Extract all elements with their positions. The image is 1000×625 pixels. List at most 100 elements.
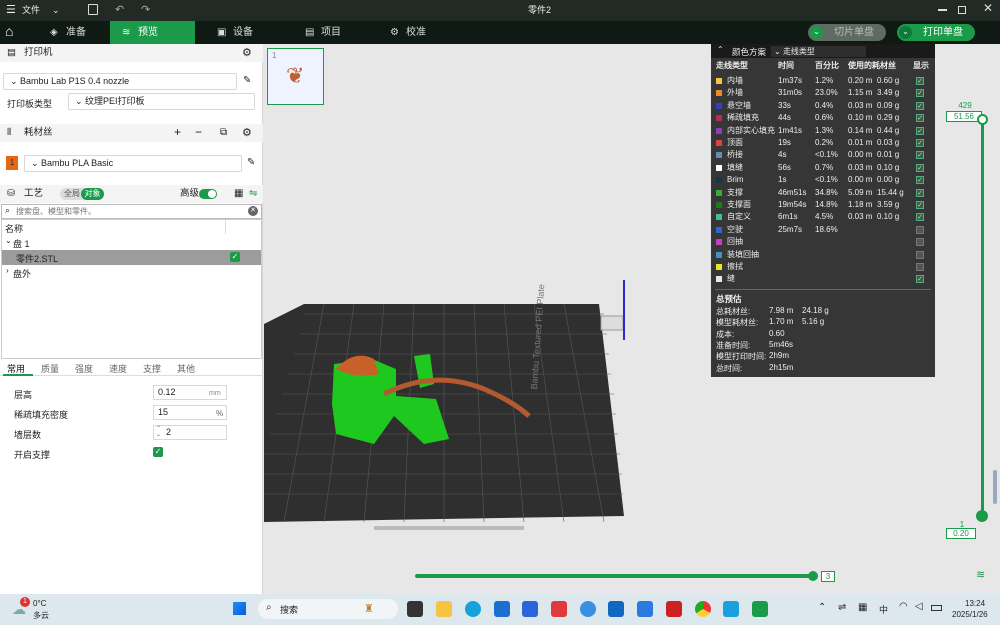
print-plate-button[interactable]: ⌄ 打印单盘 xyxy=(897,24,975,41)
tab-quality[interactable]: 质量 xyxy=(41,362,59,375)
tab-project[interactable]: ▤ 项目 xyxy=(293,21,365,44)
chrome-icon[interactable] xyxy=(695,601,711,617)
store-icon[interactable] xyxy=(494,601,510,617)
clock-time[interactable]: 13:24 xyxy=(965,599,985,608)
file-explorer-icon[interactable] xyxy=(436,601,452,617)
tab-prepare[interactable]: ◈ 准备 xyxy=(38,21,110,44)
show-checkbox[interactable]: ✓ xyxy=(916,101,924,110)
tree-part-row[interactable]: 零件2.STL ✓ xyxy=(2,250,261,265)
printer-settings-icon[interactable]: ⚙ xyxy=(242,44,252,62)
search-input[interactable] xyxy=(16,206,244,217)
file-menu[interactable]: 文件 xyxy=(22,0,40,21)
show-checkbox[interactable] xyxy=(916,225,924,234)
object-search[interactable]: ⌕ ✕ xyxy=(1,204,262,219)
tab-strength[interactable]: 强度 xyxy=(75,362,93,375)
move-slider-handle[interactable] xyxy=(808,571,818,581)
show-checkbox[interactable]: ✓ xyxy=(916,126,924,135)
menu-chevron-icon[interactable]: ⌄ xyxy=(52,5,60,16)
clear-search-icon[interactable]: ✕ xyxy=(248,206,258,216)
chat-app-icon[interactable] xyxy=(723,601,739,617)
show-checkbox[interactable]: ✓ xyxy=(916,176,924,185)
layer-slider-bottom-handle[interactable] xyxy=(976,510,988,522)
tab-speed[interactable]: 速度 xyxy=(109,362,127,375)
layer-slider-track[interactable] xyxy=(981,118,984,516)
outlook-icon[interactable] xyxy=(608,601,624,617)
bambu-studio-icon[interactable] xyxy=(752,601,768,617)
cloud-app-icon[interactable] xyxy=(580,601,596,617)
save-icon[interactable] xyxy=(88,4,98,15)
show-checkbox[interactable]: ✓ xyxy=(916,139,924,147)
tray-app2-icon[interactable]: ▦ xyxy=(858,602,867,613)
show-checkbox[interactable]: ✓ xyxy=(916,89,924,98)
plate-thumbnail[interactable]: 1 ❦ xyxy=(267,48,324,105)
edge-icon[interactable] xyxy=(465,601,481,617)
show-checkbox[interactable]: ✓ xyxy=(916,114,924,123)
show-checkbox[interactable]: ✓ xyxy=(916,77,924,85)
redo-icon[interactable]: ↷ xyxy=(141,3,150,16)
minimize-icon[interactable] xyxy=(938,9,947,11)
color-scheme-select[interactable]: ⌄ 走线类型 xyxy=(771,46,866,57)
slice-plate-button[interactable]: ⌄ 切片单盘 xyxy=(808,24,886,41)
edit-printer-icon[interactable]: ✎ xyxy=(243,75,251,86)
process-list-icon[interactable]: ▦ xyxy=(234,185,243,203)
filament-settings-icon[interactable]: ⚙ xyxy=(242,124,252,142)
show-checkbox[interactable]: ✓ xyxy=(916,188,924,197)
show-checkbox[interactable]: ✓ xyxy=(916,151,924,160)
restore-icon[interactable] xyxy=(958,6,966,14)
plate-type-select[interactable]: ⌄ 纹理PEI打印板 xyxy=(68,93,255,110)
input-method[interactable]: 中 xyxy=(879,603,888,616)
expand-icon[interactable]: › xyxy=(6,266,9,275)
filament-select[interactable]: ⌄ Bambu PLA Basic xyxy=(24,155,242,172)
blue-app-icon[interactable] xyxy=(637,601,653,617)
wall-loops-stepper[interactable]: ⌃ ⌄ 2 xyxy=(153,425,227,440)
toggle-object[interactable]: 对象 xyxy=(81,188,104,200)
start-icon[interactable] xyxy=(232,601,247,616)
sync-filament-icon[interactable]: ⧉ xyxy=(220,124,227,142)
task-view-icon[interactable] xyxy=(407,601,423,617)
layers-view-icon[interactable]: ≋ xyxy=(976,568,985,581)
enable-support-checkbox[interactable]: ✓ xyxy=(153,447,163,457)
layer-height-input[interactable]: 0.12 mm xyxy=(153,385,227,400)
tab-calibration[interactable]: ⚙ 校准 xyxy=(378,21,450,44)
show-checkbox[interactable]: ✓ xyxy=(916,163,924,172)
bar-app-icon[interactable] xyxy=(522,601,538,617)
tray-expand-icon[interactable]: ⌃ xyxy=(818,602,826,613)
infill-density-input[interactable]: 15 % xyxy=(153,405,227,420)
collapse-icon[interactable]: ⌄ xyxy=(5,236,12,245)
volume-icon[interactable]: ◁ xyxy=(915,601,923,612)
show-checkbox[interactable]: ✓ xyxy=(916,275,924,284)
add-filament-icon[interactable]: + xyxy=(174,123,181,141)
taskbar-search[interactable]: ⌕ 搜索 ♜ xyxy=(258,599,398,619)
collapse-legend-icon[interactable]: ⌃ xyxy=(717,45,724,54)
undo-icon[interactable]: ↶ xyxy=(115,3,124,16)
remove-filament-icon[interactable]: − xyxy=(195,123,202,141)
tab-preview[interactable]: ≋ 预览 xyxy=(110,21,195,44)
advanced-toggle[interactable] xyxy=(199,189,217,199)
layer-slider-top-handle[interactable] xyxy=(977,114,988,125)
tray-app-icon[interactable]: ⇌ xyxy=(838,602,846,613)
move-slider-track[interactable] xyxy=(415,574,815,578)
show-checkbox[interactable]: ✓ xyxy=(916,213,924,222)
battery-icon[interactable] xyxy=(931,605,942,611)
printer-select[interactable]: ⌄ Bambu Lab P1S 0.4 nozzle xyxy=(3,73,237,90)
tab-other[interactable]: 其他 xyxy=(177,362,195,375)
wps-icon[interactable] xyxy=(666,601,682,617)
clock-date[interactable]: 2025/1/26 xyxy=(952,610,988,619)
filament-color-swatch[interactable]: 1 xyxy=(6,156,18,170)
edit-filament-icon[interactable]: ✎ xyxy=(247,157,255,168)
wifi-icon[interactable]: ◠ xyxy=(899,601,908,612)
stepper-arrows-icon[interactable]: ⌃ ⌄ xyxy=(156,426,161,438)
home-icon[interactable]: ⌂ xyxy=(5,23,13,39)
hamburger-menu-icon[interactable]: ☰ xyxy=(6,0,16,21)
scrollbar-thumb[interactable] xyxy=(993,470,997,504)
toggle-global[interactable]: 全局 xyxy=(64,188,80,200)
compare-icon[interactable]: ⇋ xyxy=(249,185,257,203)
tab-support[interactable]: 支撑 xyxy=(143,362,161,375)
show-checkbox[interactable] xyxy=(916,250,924,259)
tab-device[interactable]: ▣ 设备 xyxy=(205,21,277,44)
tree-plate-row[interactable]: ⌄ 盘 1 xyxy=(2,235,261,250)
tree-outside-row[interactable]: › 盘外 xyxy=(2,265,261,280)
show-checkbox[interactable] xyxy=(916,238,924,247)
show-checkbox[interactable] xyxy=(916,263,924,271)
close-icon[interactable]: ✕ xyxy=(983,1,993,15)
